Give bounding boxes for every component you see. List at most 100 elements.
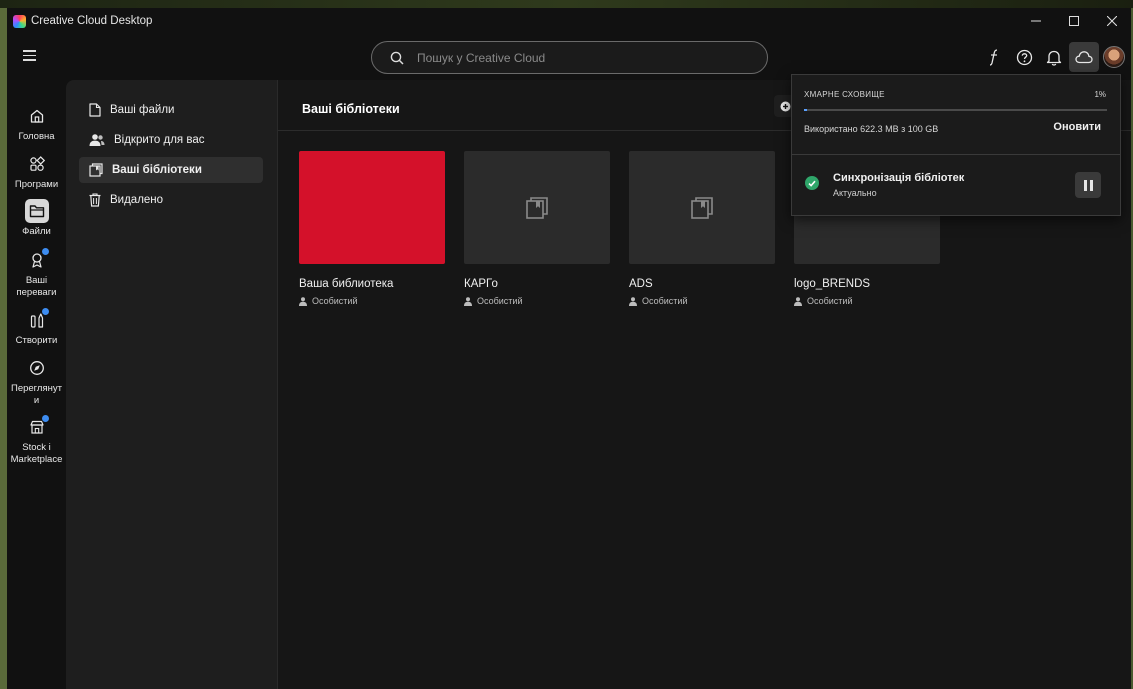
notification-dot [41, 308, 49, 315]
library-name[interactable]: logo_BRENDS [794, 278, 940, 290]
fonts-button[interactable] [979, 42, 1009, 72]
minimize-icon [1031, 20, 1041, 22]
person-icon [629, 296, 637, 306]
library-name[interactable]: КАРГо [464, 278, 610, 290]
library-owner-label: Особистий [807, 296, 853, 306]
sidebar-item-deleted[interactable]: Видалено [79, 187, 263, 213]
search-bar[interactable] [371, 41, 768, 74]
rail-item-apps[interactable]: Програми [7, 152, 66, 191]
help-button[interactable] [1009, 42, 1039, 72]
menu-icon[interactable] [23, 50, 36, 61]
storage-progress-bar [804, 109, 1107, 111]
shared-icon [89, 134, 105, 146]
app-window: Creative Cloud Desktop Пошук у Creative … [7, 8, 1131, 689]
bell-icon [1046, 50, 1062, 66]
search-icon [390, 51, 404, 65]
rail-item-create[interactable]: Створити [7, 308, 66, 347]
perks-icon [25, 248, 49, 272]
files-sidebar: Ваші файли Відкрито для вас Ваші бібліот… [66, 80, 277, 689]
library-thumbnail[interactable] [299, 151, 445, 264]
folder-icon [24, 199, 49, 223]
rail-item-home[interactable]: Головна [7, 104, 66, 143]
rail-item-files[interactable]: Файли [7, 199, 66, 238]
storage-caption: ХМАРНЕ СХОВИЩЕ [804, 90, 885, 99]
sidebar-item-label: Ваші бібліотеки [112, 164, 202, 176]
storage-progress-fill [804, 109, 808, 111]
rail-item-label: Створити [15, 335, 58, 346]
pause-icon [1083, 179, 1087, 191]
library-thumbnail[interactable] [629, 151, 775, 264]
window-controls [1017, 8, 1131, 34]
notification-dot [41, 415, 49, 422]
cloud-activity-button[interactable] [1069, 42, 1099, 72]
help-icon [1016, 49, 1032, 65]
sidebar-item-shared[interactable]: Відкрито для вас [79, 127, 263, 153]
fonts-icon [989, 49, 998, 66]
desktop-background [0, 0, 1133, 8]
trash-icon [89, 193, 101, 207]
library-owner: Особистий [629, 296, 775, 306]
window-title: Creative Cloud Desktop [31, 15, 153, 27]
rail-item-label: Stock і Marketplace [10, 442, 63, 465]
add-icon [780, 101, 790, 111]
sidebar-item-label: Видалено [110, 194, 164, 206]
library-owner-label: Особистий [312, 296, 358, 306]
library-placeholder-icon [691, 196, 713, 219]
library-owner: Особистий [464, 296, 610, 306]
person-icon [464, 296, 472, 306]
cloud-storage-popover: ХМАРНЕ СХОВИЩЕ 1% Використано 622.3 MB з… [791, 74, 1121, 216]
library-card[interactable]: ADS Особистий [629, 151, 775, 306]
user-avatar[interactable] [1103, 46, 1125, 68]
rail-item-label: Програми [14, 179, 59, 190]
maximize-button[interactable] [1055, 8, 1093, 34]
apps-icon [25, 152, 49, 176]
close-icon [1107, 16, 1117, 26]
person-icon [794, 296, 802, 306]
storage-used-text: Використано 622.3 MB з 100 GB [804, 124, 939, 134]
rail-item-label: Переглянути [11, 383, 62, 406]
stock-icon [25, 415, 49, 439]
cloud-icon [1075, 51, 1093, 64]
sidebar-item-your-files[interactable]: Ваші файли [79, 97, 263, 123]
library-thumbnail[interactable] [464, 151, 610, 264]
maximize-icon [1069, 16, 1079, 26]
library-icon [89, 163, 103, 177]
library-name[interactable]: ADS [629, 278, 775, 290]
rail-item-label: Файли [22, 226, 51, 237]
rail-item-label: Ваші переваги [16, 275, 57, 298]
discover-icon [25, 356, 49, 380]
library-card[interactable]: КАРГо Особистий [464, 151, 610, 306]
file-icon [89, 103, 101, 117]
rail-item-stock[interactable]: Stock і Marketplace [7, 415, 66, 465]
library-owner-label: Особистий [642, 296, 688, 306]
library-name[interactable]: Ваша библиотека [299, 278, 445, 290]
notifications-button[interactable] [1039, 42, 1069, 72]
sync-status: Актуально [833, 188, 877, 198]
notification-dot [41, 248, 49, 255]
close-button[interactable] [1093, 8, 1131, 34]
divider [792, 154, 1120, 155]
library-owner-label: Особистий [477, 296, 523, 306]
library-card[interactable]: Ваша библиотека Особистий [299, 151, 445, 306]
library-owner: Особистий [299, 296, 445, 306]
library-placeholder-icon [526, 196, 548, 219]
header-actions [979, 42, 1131, 72]
title-bar: Creative Cloud Desktop [7, 8, 1131, 34]
sidebar-item-libraries[interactable]: Ваші бібліотеки [79, 157, 263, 183]
rail-item-perks[interactable]: Ваші переваги [7, 248, 66, 298]
creative-cloud-logo-icon [13, 14, 26, 28]
rail-item-label: Головна [18, 131, 55, 142]
create-icon [25, 308, 49, 332]
rail-item-discover[interactable]: Переглянути [7, 356, 66, 406]
pause-sync-button[interactable] [1075, 172, 1101, 198]
check-icon [805, 176, 819, 190]
person-icon [299, 296, 307, 306]
left-rail: Головна Програми Файли Ваші переваги Ств… [7, 80, 66, 689]
sync-title: Синхронізація бібліотек [833, 172, 965, 184]
home-icon [25, 104, 49, 128]
search-input[interactable] [417, 50, 737, 65]
minimize-button[interactable] [1017, 8, 1055, 34]
page-title: Ваші бібліотеки [302, 102, 400, 116]
sidebar-item-label: Відкрито для вас [114, 134, 205, 146]
upgrade-button[interactable]: Оновити [1053, 121, 1101, 133]
